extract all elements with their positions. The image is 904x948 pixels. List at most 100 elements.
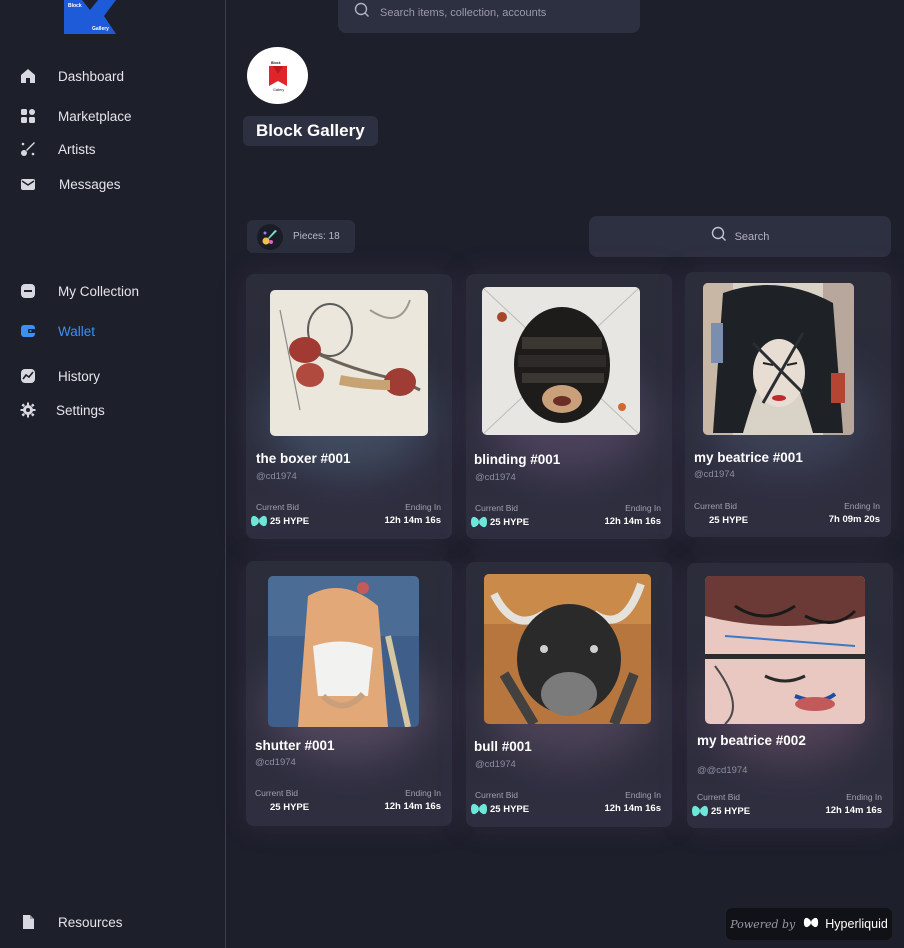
sidebar: Block Gallery Dashboard Marketplace Arti… bbox=[0, 0, 226, 948]
logo-line1: Block bbox=[68, 3, 82, 9]
ending-in-value: 12h 14m 16s bbox=[604, 516, 661, 527]
card-artist-handle[interactable]: @cd1974 bbox=[475, 472, 516, 483]
bid-amount: 25 HYPE bbox=[490, 803, 530, 815]
ending-in-label: Ending In bbox=[846, 792, 882, 802]
avatar-logo-line1: Block bbox=[271, 61, 281, 65]
card-title: my beatrice #002 bbox=[697, 733, 806, 748]
block-gallery-logo[interactable]: Block Gallery bbox=[62, 0, 118, 34]
artwork-image bbox=[703, 283, 854, 435]
nft-card[interactable]: bull #001 @cd1974 Current Bid Ending In … bbox=[466, 562, 672, 827]
ending-in-label: Ending In bbox=[405, 788, 441, 798]
current-bid-label: Current Bid bbox=[697, 792, 740, 802]
bid-amount: 25 HYPE bbox=[270, 801, 310, 813]
ending-in-label: Ending In bbox=[405, 502, 441, 512]
sidebar-item-label: Artists bbox=[58, 141, 96, 157]
card-artist-handle[interactable]: @cd1974 bbox=[256, 471, 297, 482]
sidebar-item-wallet[interactable]: Wallet bbox=[18, 319, 95, 343]
bid-amount: 25 HYPE bbox=[711, 805, 751, 817]
powered-by-badge[interactable]: Powered by Hyperliquid bbox=[726, 908, 892, 940]
wallet-icon bbox=[18, 321, 38, 341]
card-title: the boxer #001 bbox=[256, 451, 351, 466]
hype-token-icon bbox=[691, 805, 709, 817]
card-artist-handle[interactable]: @cd1974 bbox=[475, 759, 516, 770]
collection-icon bbox=[18, 281, 38, 301]
home-icon bbox=[18, 66, 38, 86]
sidebar-item-my-collection[interactable]: My Collection bbox=[18, 279, 139, 303]
gallery-avatar[interactable]: Block Gallery bbox=[247, 47, 308, 104]
current-bid-label: Current Bid bbox=[256, 502, 299, 512]
brush-icon bbox=[18, 139, 38, 159]
sidebar-item-label: Dashboard bbox=[58, 68, 125, 84]
current-bid-value: 25 HYPE bbox=[250, 515, 309, 527]
sidebar-item-marketplace[interactable]: Marketplace bbox=[18, 104, 132, 128]
sidebar-item-settings[interactable]: Settings bbox=[18, 398, 105, 422]
bid-amount: 25 HYPE bbox=[709, 514, 749, 526]
current-bid-value: 25 HYPE bbox=[250, 801, 309, 813]
page-title: Block Gallery bbox=[243, 116, 378, 146]
card-title: bull #001 bbox=[474, 739, 532, 754]
bid-amount: 25 HYPE bbox=[270, 515, 310, 527]
sidebar-item-resources[interactable]: Resources bbox=[18, 910, 123, 934]
ending-in-value: 12h 14m 16s bbox=[825, 805, 882, 816]
current-bid-value: 25 HYPE bbox=[691, 805, 750, 817]
current-bid-value: 25 HYPE bbox=[470, 803, 529, 815]
avatar-logo-line2: Gallery bbox=[273, 88, 284, 92]
hype-token-icon bbox=[250, 515, 268, 527]
artwork-image bbox=[270, 290, 428, 436]
search-icon bbox=[354, 2, 370, 23]
hyperliquid-brand: Hyperliquid bbox=[825, 917, 888, 931]
gallery-search-input[interactable]: Search bbox=[589, 216, 891, 257]
ending-in-value: 12h 14m 16s bbox=[604, 803, 661, 814]
gear-icon bbox=[18, 400, 38, 420]
current-bid-label: Current Bid bbox=[475, 790, 518, 800]
sidebar-item-label: Wallet bbox=[58, 323, 96, 339]
artwork-image bbox=[482, 287, 640, 435]
current-bid-label: Current Bid bbox=[475, 503, 518, 513]
sidebar-item-artists[interactable]: Artists bbox=[18, 137, 96, 161]
nft-card[interactable]: shutter #001 @cd1974 Current Bid Ending … bbox=[246, 561, 452, 826]
chart-icon bbox=[18, 366, 38, 386]
ending-in-value: 12h 14m 16s bbox=[384, 801, 441, 812]
current-bid-value: 25 HYPE bbox=[470, 516, 529, 528]
current-bid-value: 25 HYPE bbox=[689, 514, 748, 526]
ending-in-label: Ending In bbox=[625, 790, 661, 800]
card-artist-handle[interactable]: @@cd1974 bbox=[697, 765, 747, 776]
sidebar-item-messages[interactable]: Messages bbox=[18, 172, 121, 196]
palette-icon bbox=[257, 223, 283, 250]
sidebar-item-label: History bbox=[58, 368, 101, 384]
ending-in-label: Ending In bbox=[625, 503, 661, 513]
hype-token-icon bbox=[470, 803, 488, 815]
sidebar-item-label: My Collection bbox=[58, 283, 140, 299]
card-artist-handle[interactable]: @cd1974 bbox=[255, 757, 296, 768]
card-artist-handle[interactable]: @cd1974 bbox=[694, 469, 735, 480]
search-icon bbox=[711, 226, 727, 247]
nft-card[interactable]: blinding #001 @cd1974 Current Bid Ending… bbox=[466, 274, 672, 539]
sidebar-item-history[interactable]: History bbox=[18, 364, 100, 388]
sidebar-item-label: Marketplace bbox=[58, 108, 132, 124]
nft-card[interactable]: my beatrice #002 @@cd1974 Current Bid En… bbox=[687, 563, 893, 828]
sidebar-item-label: Settings bbox=[56, 402, 105, 418]
sidebar-item-label: Messages bbox=[59, 176, 121, 192]
nft-card[interactable]: the boxer #001 @cd1974 Current Bid Endin… bbox=[246, 274, 452, 539]
gallery-search-placeholder: Search bbox=[734, 230, 770, 243]
artwork-image bbox=[268, 576, 419, 727]
card-title: shutter #001 bbox=[255, 738, 335, 753]
card-title: my beatrice #001 bbox=[694, 450, 803, 465]
grid-icon bbox=[18, 106, 38, 126]
ending-in-value: 12h 14m 16s bbox=[384, 515, 441, 526]
sidebar-item-label: Resources bbox=[58, 914, 123, 930]
document-icon bbox=[18, 912, 38, 932]
ending-in-value: 7h 09m 20s bbox=[828, 514, 880, 525]
global-search-input[interactable]: Search items, collection, accounts bbox=[338, 0, 640, 33]
nft-card[interactable]: my beatrice #001 @cd1974 Current Bid End… bbox=[685, 272, 891, 537]
sidebar-item-dashboard[interactable]: Dashboard bbox=[18, 64, 124, 88]
ending-in-label: Ending In bbox=[844, 501, 880, 511]
current-bid-label: Current Bid bbox=[255, 788, 298, 798]
global-search-placeholder: Search items, collection, accounts bbox=[380, 6, 547, 19]
artwork-image bbox=[484, 574, 651, 724]
pieces-count: Pieces: 18 bbox=[293, 231, 340, 242]
card-title: blinding #001 bbox=[474, 452, 561, 467]
pieces-count-badge: Pieces: 18 bbox=[247, 220, 355, 253]
bid-amount: 25 HYPE bbox=[490, 516, 530, 528]
hyperliquid-logo-icon bbox=[803, 915, 819, 933]
